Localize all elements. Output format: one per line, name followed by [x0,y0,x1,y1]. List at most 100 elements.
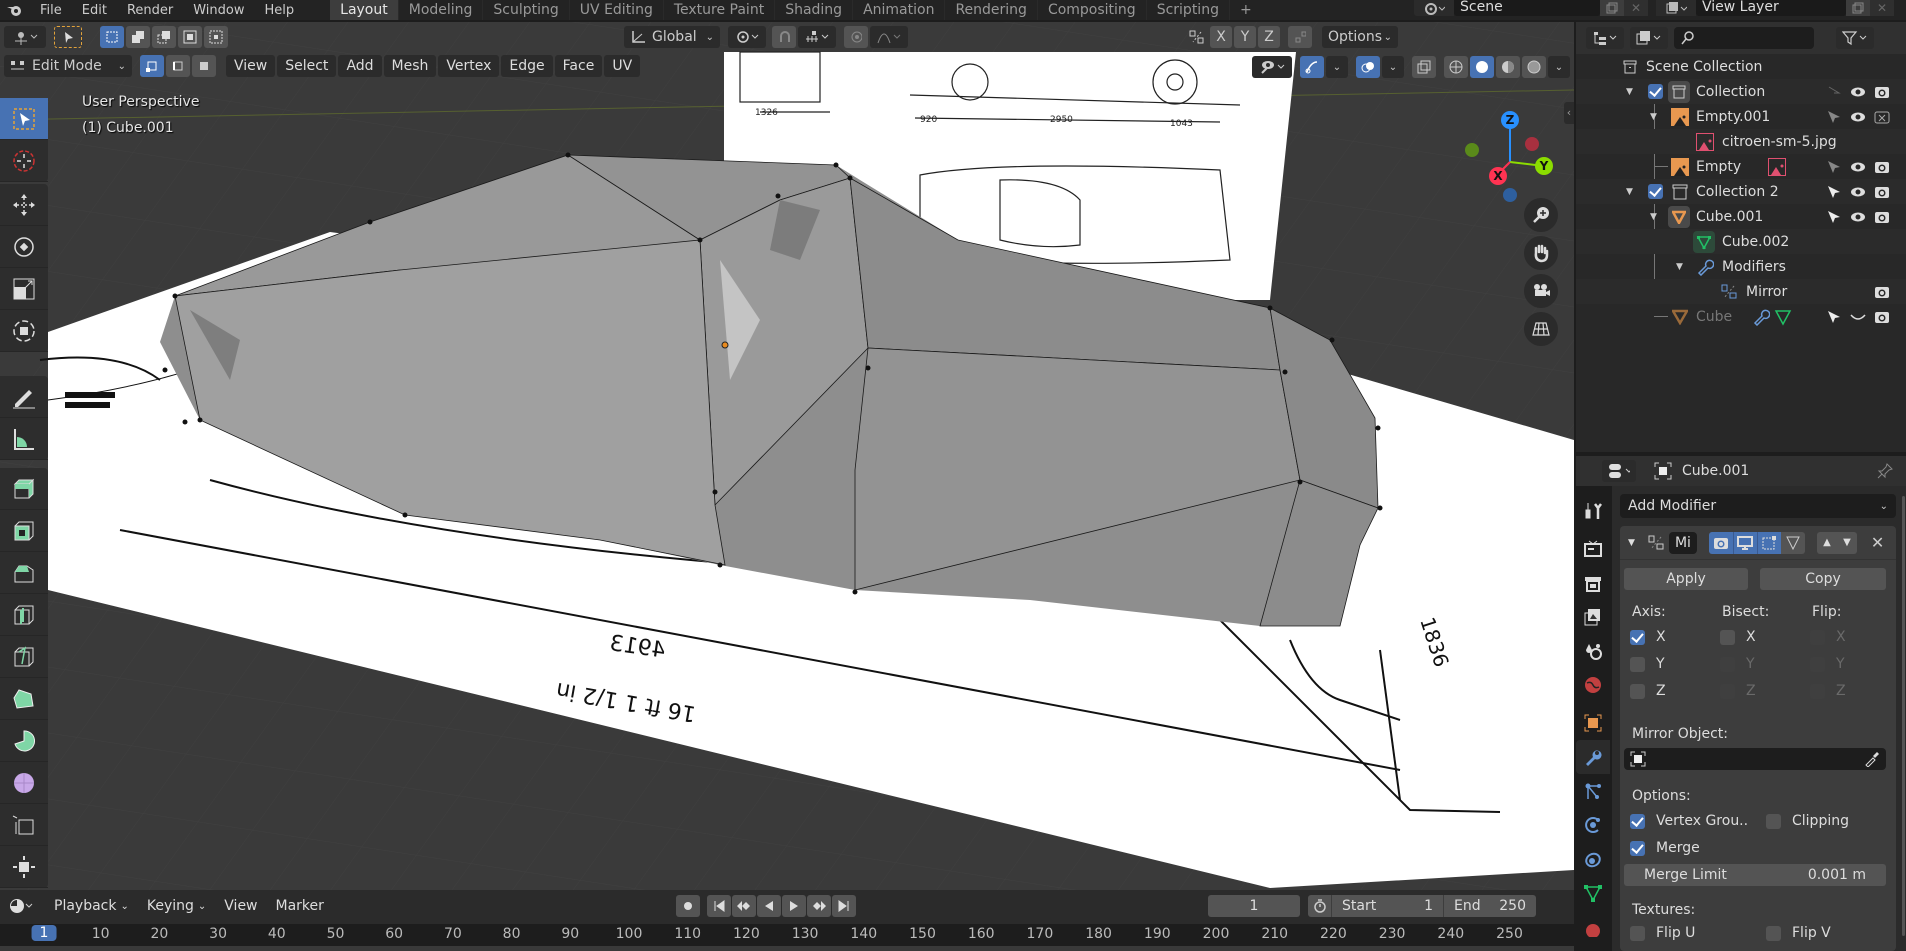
menu-help[interactable]: Help [255,4,305,17]
render-camera-icon[interactable] [1874,209,1890,225]
proportional-falloff-dropdown[interactable] [870,26,908,48]
select-box-tool[interactable] [0,98,48,140]
tab-scripting[interactable]: Scripting [1147,0,1230,20]
timeline-view-menu[interactable]: View [216,895,265,917]
mirror-z-toggle[interactable]: Z [1258,26,1280,48]
outliner-row-mirror[interactable]: Mirror [1576,279,1906,304]
menu-mesh[interactable]: Mesh [383,55,437,77]
current-frame-field[interactable]: 1 [1208,895,1300,917]
checkbox[interactable] [1720,657,1735,672]
outliner-row-image[interactable]: citroen-sm-5.jpg [1576,129,1906,154]
menu-render[interactable]: Render [117,4,183,17]
add-modifier-dropdown[interactable]: Add Modifier ⌄ [1620,494,1896,518]
outliner-row-collection[interactable]: ▼ Collection [1576,79,1906,104]
checkbox[interactable] [1766,926,1781,941]
tab-material[interactable] [1576,910,1610,944]
editor-type-dropdown[interactable] [2,895,40,917]
flip-x-checkbox[interactable]: X [1810,629,1846,649]
scene-name-field[interactable]: Scene [1454,0,1600,16]
tab-scene[interactable] [1576,634,1610,668]
tab-layout[interactable]: Layout [330,0,399,20]
bevel-tool[interactable] [0,552,48,594]
solid-shading-button[interactable] [1470,56,1494,78]
orientation-dropdown[interactable]: Global ⌄ [624,26,720,48]
flip-y-checkbox[interactable]: Y [1810,656,1845,676]
eye-icon[interactable] [1850,109,1866,125]
outliner-row-empty-001[interactable]: ▼ Empty.001 [1576,104,1906,304]
checkbox[interactable] [1720,684,1735,699]
loop-cut-tool[interactable] [0,594,48,636]
overlays-dropdown[interactable]: ⌄ [1382,56,1404,78]
shading-dropdown[interactable]: ⌄ [1548,56,1570,78]
tab-physics[interactable] [1576,808,1610,842]
render-camera-icon[interactable] [1874,309,1890,325]
expand-arrow-icon[interactable]: ▼ [1626,187,1633,197]
tab-mesh-data[interactable] [1576,876,1610,910]
delete-scene-icon[interactable]: ✕ [1624,0,1648,16]
tab-particles[interactable] [1576,774,1610,808]
selectable-icon[interactable] [1826,109,1842,125]
display-mode-dropdown[interactable] [1630,27,1668,49]
checkbox[interactable] [1630,841,1645,856]
tab-animation[interactable]: Animation [853,0,946,20]
material-preview-button[interactable] [1496,56,1520,78]
copy-button[interactable]: Copy [1760,568,1886,590]
outliner-editor-type-dropdown[interactable] [1586,27,1624,49]
marker-menu[interactable]: Marker [268,895,332,917]
axis-x-checkbox[interactable]: X [1630,629,1666,649]
measure-tool[interactable] [0,418,48,460]
tab-world[interactable] [1576,668,1610,702]
move-up-button[interactable]: ▲ [1816,531,1837,554]
options-dropdown[interactable]: Options ⌄ [1322,26,1398,48]
checkbox[interactable] [1630,926,1645,941]
move-down-button[interactable]: ▼ [1836,531,1857,554]
tab-compositing[interactable]: Compositing [1038,0,1147,20]
filter-dropdown[interactable] [1836,27,1874,49]
zoom-view-button[interactable] [1524,198,1558,232]
flip-v-checkbox[interactable]: Flip V [1766,925,1831,945]
wrench-icon[interactable] [1752,308,1770,326]
checkbox[interactable] [1630,814,1645,829]
sidebar-toggle-icon[interactable]: ‹ [1564,102,1574,124]
frame-ruler[interactable]: 1 10 20 30 40 50 60 70 80 90 100 110 120 130 140 150 160… [0,924,1574,946]
expand-arrow-icon[interactable]: ▼ [1676,262,1683,272]
eye-icon[interactable] [1850,84,1866,100]
select-mode-difference-icon[interactable] [178,26,202,48]
modifier-name-field[interactable]: Mi [1668,531,1697,554]
gizmo-toggle-icon[interactable] [1300,56,1324,78]
collection-exclude-checkbox[interactable] [1648,84,1663,99]
wireframe-shading-button[interactable] [1444,56,1468,78]
mirror-object-field[interactable] [1624,748,1886,770]
render-toggle-icon[interactable] [1708,531,1733,554]
render-camera-icon[interactable] [1874,159,1890,175]
play-reverse-button[interactable] [757,895,781,917]
3d-viewport[interactable]: 1326 920 2950 1043 4913 16 ft 1 1/2 in 1… [0,22,1574,890]
menu-file[interactable]: File [30,4,72,17]
add-workspace-button[interactable]: + [1230,0,1262,20]
blender-logo-icon[interactable] [0,0,30,20]
select-mode-subtract-icon[interactable] [152,26,176,48]
image-data-icon[interactable] [1768,157,1786,176]
eye-icon[interactable] [1850,184,1866,200]
selectable-icon[interactable] [1826,159,1842,175]
remove-modifier-button[interactable]: ✕ [1871,533,1884,552]
select-box-tool-icon[interactable] [54,26,82,48]
vertex-groups-checkbox[interactable]: Vertex Grou.. [1630,813,1748,833]
menu-view[interactable]: View [226,55,276,77]
gizmo-dropdown[interactable]: ⌄ [1326,56,1348,78]
properties-editor-type-dropdown[interactable] [1602,460,1636,482]
menu-window[interactable]: Window [183,4,254,17]
rotate-tool[interactable] [0,226,48,268]
tab-texture-paint[interactable]: Texture Paint [664,0,776,20]
annotate-tool[interactable] [0,376,48,418]
next-keyframe-button[interactable] [807,895,831,917]
edge-slide-tool[interactable] [0,804,48,846]
mirror-x-toggle[interactable]: X [1210,26,1232,48]
tab-view-layer[interactable] [1576,600,1610,634]
menu-select[interactable]: Select [277,55,337,77]
collection-exclude-checkbox[interactable] [1648,184,1663,199]
proportional-edit-icon[interactable] [844,26,868,48]
delete-view-layer-icon[interactable]: ✕ [1870,0,1894,16]
on-cage-toggle-icon[interactable] [1780,531,1805,554]
preview-range-icon[interactable] [1308,895,1332,917]
